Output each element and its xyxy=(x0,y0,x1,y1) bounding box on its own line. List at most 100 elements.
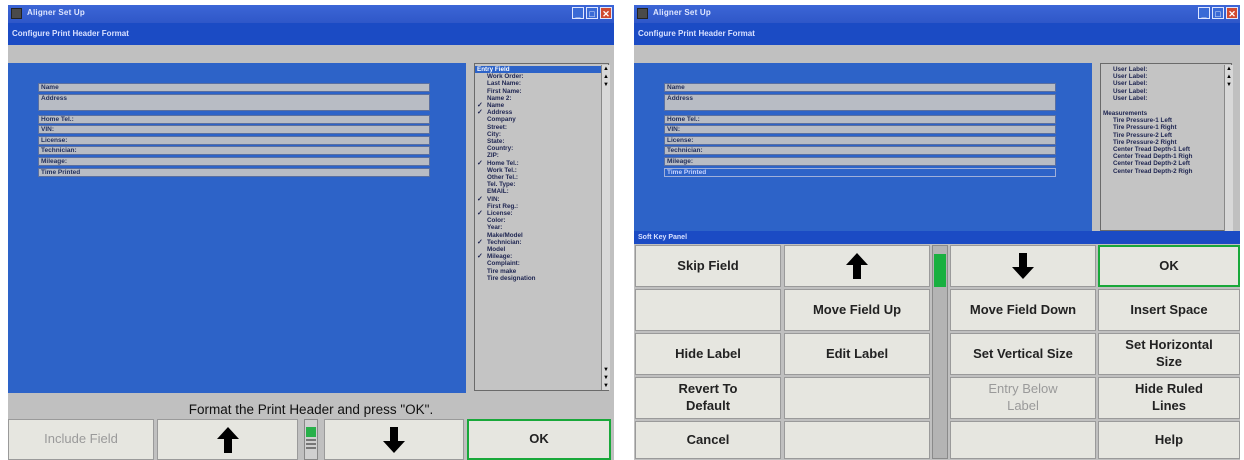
title-bar: Aligner Set Up _ □ ✕ xyxy=(634,5,1240,23)
entry-field-item[interactable]: ✓ Address xyxy=(475,109,608,116)
entry-field-item[interactable]: Work Tel.: xyxy=(475,167,608,174)
entry-field-item[interactable]: Center Tread Depth-2 Left xyxy=(1101,160,1231,167)
up-button[interactable] xyxy=(157,419,298,460)
scroll-up-page-icon[interactable]: ▲ xyxy=(602,73,610,81)
entry-field-item[interactable]: Center Tread Depth-2 Righ xyxy=(1101,168,1231,175)
entry-field-item[interactable]: Tire Pressure-1 Right xyxy=(1101,124,1231,131)
entry-field-item[interactable]: Name 2: xyxy=(475,95,608,102)
entry-field-item[interactable]: Last Name: xyxy=(475,80,608,87)
header-field-row[interactable]: Technician: xyxy=(38,146,430,156)
hide-ruled-lines-button[interactable]: Hide Ruled Lines xyxy=(1098,377,1240,419)
minimize-button[interactable]: _ xyxy=(572,7,584,19)
header-field-row[interactable]: Address xyxy=(38,93,430,111)
entry-field-item[interactable]: Tire designation xyxy=(475,275,608,282)
header-field-row[interactable]: Technician: xyxy=(664,146,1056,156)
entry-field-item[interactable]: User Label: xyxy=(1101,66,1231,73)
up-button[interactable] xyxy=(784,245,930,287)
header-field-row[interactable]: VIN: xyxy=(664,125,1056,135)
move-field-up-button[interactable]: Move Field Up xyxy=(784,289,930,331)
entry-field-item[interactable]: EMAIL: xyxy=(475,188,608,195)
ok-button[interactable]: OK xyxy=(467,419,611,460)
edit-label-button[interactable]: Edit Label xyxy=(784,333,930,375)
revert-to-default-button[interactable]: Revert To Default xyxy=(635,377,781,419)
scroll-down-end-icon[interactable]: ▼ xyxy=(602,374,610,382)
set-vertical-size-button[interactable]: Set Vertical Size xyxy=(950,333,1096,375)
entry-field-list[interactable]: User Label: User Label: User Label: User La… xyxy=(1100,63,1232,231)
entry-below-label-button[interactable]: Entry Below Label xyxy=(950,377,1096,419)
header-field-row[interactable]: VIN: xyxy=(38,125,430,135)
entry-field-item[interactable]: Country: xyxy=(475,145,608,152)
header-field-row[interactable]: Mileage: xyxy=(38,156,430,166)
entry-field-item[interactable]: User Label: xyxy=(1101,95,1231,102)
header-field-row[interactable]: Time Printed xyxy=(38,167,430,177)
scroll-down-page-icon[interactable]: ▼ xyxy=(1225,81,1233,89)
header-field-row[interactable]: License: xyxy=(664,135,1056,145)
entry-field-list[interactable]: Entry Field Work Order: Last Name: First N… xyxy=(474,63,609,391)
entry-field-item[interactable]: City: xyxy=(475,131,608,138)
entry-field-item[interactable]: Tire make xyxy=(475,268,608,275)
entry-field-item[interactable]: Color: xyxy=(475,217,608,224)
ok-button[interactable]: OK xyxy=(1098,245,1240,287)
header-field-row[interactable]: Home Tel.: xyxy=(38,114,430,124)
entry-field-item[interactable]: ✓ VIN: xyxy=(475,196,608,203)
entry-field-item[interactable]: Complaint: xyxy=(475,260,608,267)
scrollbar[interactable]: ▲ ▲ ▼ xyxy=(1224,65,1233,231)
maximize-button[interactable]: □ xyxy=(586,7,598,19)
entry-field-item[interactable]: ZIP: xyxy=(475,152,608,159)
maximize-button[interactable]: □ xyxy=(1212,7,1224,19)
entry-field-item[interactable]: User Label: xyxy=(1101,88,1231,95)
right-screenshot: Aligner Set Up _ □ ✕ Configure Print Hea… xyxy=(634,5,1240,460)
header-field-row[interactable]: Address xyxy=(664,93,1056,111)
empty-softkey xyxy=(784,421,930,459)
entry-field-item[interactable]: ✓ Name xyxy=(475,102,608,109)
close-button[interactable]: ✕ xyxy=(1226,7,1238,19)
scroll-up-icon[interactable]: ▲ xyxy=(602,65,610,73)
move-field-down-button[interactable]: Move Field Down xyxy=(950,289,1096,331)
header-field-row[interactable]: Time Printed xyxy=(664,167,1056,177)
minimize-button[interactable]: _ xyxy=(1198,7,1210,19)
scroll-end-icon[interactable]: ▼ xyxy=(602,382,610,390)
entry-field-item[interactable]: Company xyxy=(475,116,608,123)
entry-field-item[interactable]: Tire Pressure-2 Right xyxy=(1101,139,1231,146)
entry-field-item[interactable]: State: xyxy=(475,138,608,145)
entry-field-item[interactable]: ✓ Home Tel.: xyxy=(475,160,608,167)
insert-space-button[interactable]: Insert Space xyxy=(1098,289,1240,331)
entry-field-item[interactable]: Center Tread Depth-1 Righ xyxy=(1101,153,1231,160)
cancel-button[interactable]: Cancel xyxy=(635,421,781,459)
entry-field-item[interactable]: Other Tel.: xyxy=(475,174,608,181)
entry-field-item[interactable]: First Name: xyxy=(475,88,608,95)
entry-field-item[interactable]: User Label: xyxy=(1101,80,1231,87)
entry-field-item[interactable]: Street: xyxy=(475,124,608,131)
scroll-down-page-icon[interactable]: ▼ xyxy=(602,81,610,89)
header-field-row[interactable]: Home Tel.: xyxy=(664,114,1056,124)
entry-field-item[interactable]: Work Order: xyxy=(475,73,608,80)
include-field-button[interactable]: Include Field xyxy=(8,419,154,460)
down-button[interactable] xyxy=(324,419,464,460)
entry-field-item[interactable]: Make/Model xyxy=(475,232,608,239)
close-button[interactable]: ✕ xyxy=(600,7,612,19)
help-button[interactable]: Help xyxy=(1098,421,1240,459)
entry-field-item[interactable]: Year: xyxy=(475,224,608,231)
header-field-row[interactable]: Name xyxy=(664,83,1056,92)
entry-field-item[interactable]: ✓ License: xyxy=(475,210,608,217)
header-field-row[interactable]: License: xyxy=(38,135,430,145)
entry-field-item[interactable]: Center Tread Depth-1 Left xyxy=(1101,146,1231,153)
scroll-down-icon[interactable]: ▼ xyxy=(602,366,610,374)
entry-field-item[interactable]: First Reg.: xyxy=(475,203,608,210)
scroll-up-page-icon[interactable]: ▲ xyxy=(1225,73,1233,81)
entry-field-item[interactable]: Model xyxy=(475,246,608,253)
entry-field-item[interactable]: ✓ Technician: xyxy=(475,239,608,246)
skip-field-button[interactable]: Skip Field xyxy=(635,245,781,287)
entry-field-item[interactable]: Tire Pressure-1 Left xyxy=(1101,117,1231,124)
scrollbar[interactable]: ▲ ▲ ▼ ▼ ▼ ▼ xyxy=(601,65,610,390)
header-field-row[interactable]: Mileage: xyxy=(664,156,1056,166)
header-field-row[interactable]: Name xyxy=(38,83,430,92)
down-button[interactable] xyxy=(950,245,1096,287)
entry-field-item[interactable]: Tel. Type: xyxy=(475,181,608,188)
entry-field-item[interactable]: ✓ Mileage: xyxy=(475,253,608,260)
entry-field-item[interactable]: User Label: xyxy=(1101,73,1231,80)
set-horizontal-size-button[interactable]: Set Horizontal Size xyxy=(1098,333,1240,375)
scroll-up-icon[interactable]: ▲ xyxy=(1225,65,1233,73)
hide-label-button[interactable]: Hide Label xyxy=(635,333,781,375)
entry-field-item[interactable]: Tire Pressure-2 Left xyxy=(1101,132,1231,139)
